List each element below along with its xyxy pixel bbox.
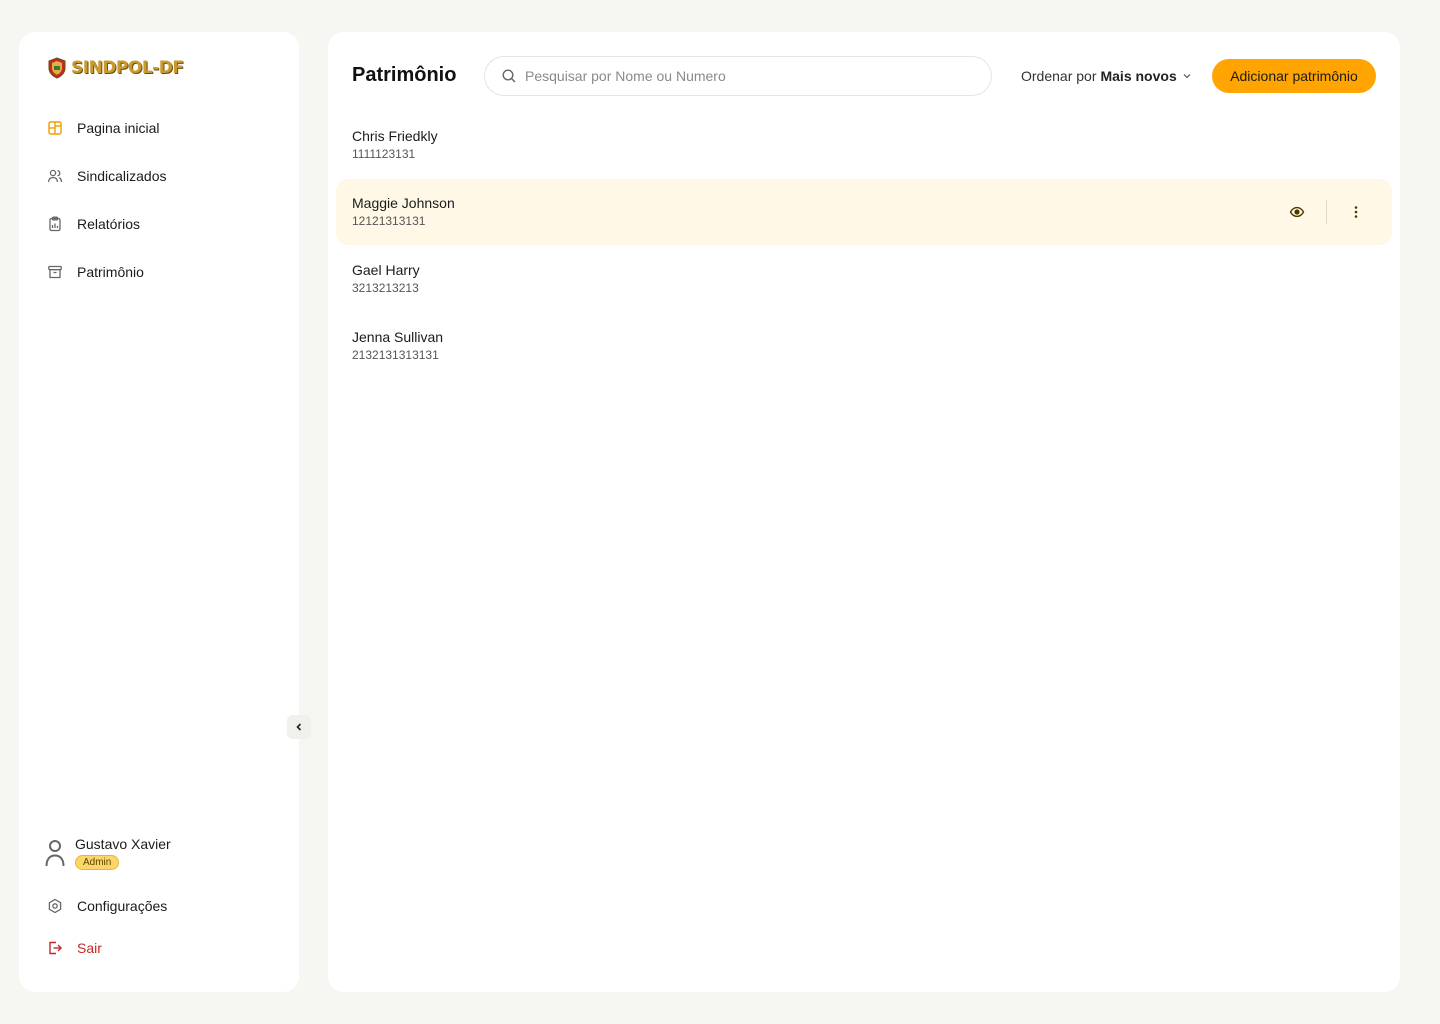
user-name: Gustavo Xavier — [75, 836, 171, 852]
sort-dropdown[interactable]: Ordenar por Mais novos — [1021, 68, 1193, 84]
dashboard-icon — [48, 121, 62, 135]
sort-label: Ordenar por — [1021, 68, 1097, 84]
main-panel: Patrimônio Ordenar por Mais novos Adicio… — [328, 32, 1400, 992]
page-title: Patrimônio — [352, 64, 457, 86]
logout-icon — [49, 941, 62, 955]
search-input[interactable] — [525, 68, 991, 84]
search-bar — [484, 56, 992, 96]
logout-button[interactable]: Sair — [47, 940, 102, 956]
list-item[interactable]: Chris Friedkly 1111123131 — [336, 112, 1392, 178]
sidebar-item-patrimonio[interactable]: Patrimônio — [47, 256, 287, 288]
sidebar-item-relatorios[interactable]: Relatórios — [47, 208, 287, 240]
item-name: Maggie Johnson — [352, 195, 455, 211]
chevron-left-icon — [296, 723, 302, 731]
item-number: 12121313131 — [352, 214, 426, 228]
patrimonio-list: Chris Friedkly 1111123131 Maggie Johnson… — [336, 112, 1392, 380]
item-name: Gael Harry — [352, 262, 420, 278]
collapse-sidebar-button[interactable] — [287, 715, 311, 739]
search-icon — [502, 69, 516, 83]
list-item[interactable]: Gael Harry 3213213213 — [336, 246, 1392, 312]
settings-icon — [48, 898, 62, 914]
row-actions — [1285, 200, 1368, 224]
item-number: 3213213213 — [352, 281, 419, 295]
user-profile[interactable]: Gustavo Xavier Admin — [45, 836, 171, 870]
logo[interactable]: SINDPOL-DF — [47, 56, 184, 80]
logout-label: Sair — [77, 940, 102, 956]
more-options-button[interactable] — [1344, 200, 1368, 224]
shield-logo-icon — [48, 57, 66, 79]
sort-value: Mais novos — [1100, 68, 1177, 84]
actions-divider — [1326, 200, 1327, 224]
clipboard-icon — [49, 216, 61, 232]
sidebar: SINDPOL-DF Pagina inicial Sindicalizados — [19, 32, 299, 992]
item-number: 2132131313131 — [352, 348, 439, 362]
settings-button[interactable]: Configurações — [47, 898, 167, 914]
archive-icon — [48, 265, 62, 279]
users-icon — [47, 169, 63, 183]
settings-label: Configurações — [77, 898, 168, 914]
more-vertical-icon — [1354, 206, 1358, 218]
role-badge: Admin — [75, 855, 120, 870]
logo-text: SINDPOL-DF — [71, 58, 184, 78]
list-item[interactable]: Jenna Sullivan 2132131313131 — [336, 313, 1392, 379]
sidebar-nav: Pagina inicial Sindicalizados Relatórios — [47, 112, 287, 304]
sidebar-item-sindicalizados[interactable]: Sindicalizados — [47, 160, 287, 192]
sidebar-item-label: Patrimônio — [77, 264, 144, 280]
user-avatar-icon — [45, 840, 65, 867]
view-button[interactable] — [1285, 200, 1309, 224]
chevron-down-icon — [1183, 74, 1191, 79]
add-patrimonio-button[interactable]: Adicionar patrimônio — [1212, 59, 1376, 93]
item-name: Chris Friedkly — [352, 128, 438, 144]
item-number: 1111123131 — [352, 147, 416, 161]
sidebar-item-label: Relatórios — [77, 216, 141, 232]
sidebar-item-label: Sindicalizados — [77, 168, 167, 184]
list-item[interactable]: Maggie Johnson 12121313131 — [336, 179, 1392, 245]
eye-icon — [1289, 206, 1305, 218]
item-name: Jenna Sullivan — [352, 329, 444, 345]
sidebar-item-pagina-inicial[interactable]: Pagina inicial — [47, 112, 287, 144]
sidebar-item-label: Pagina inicial — [77, 120, 160, 136]
